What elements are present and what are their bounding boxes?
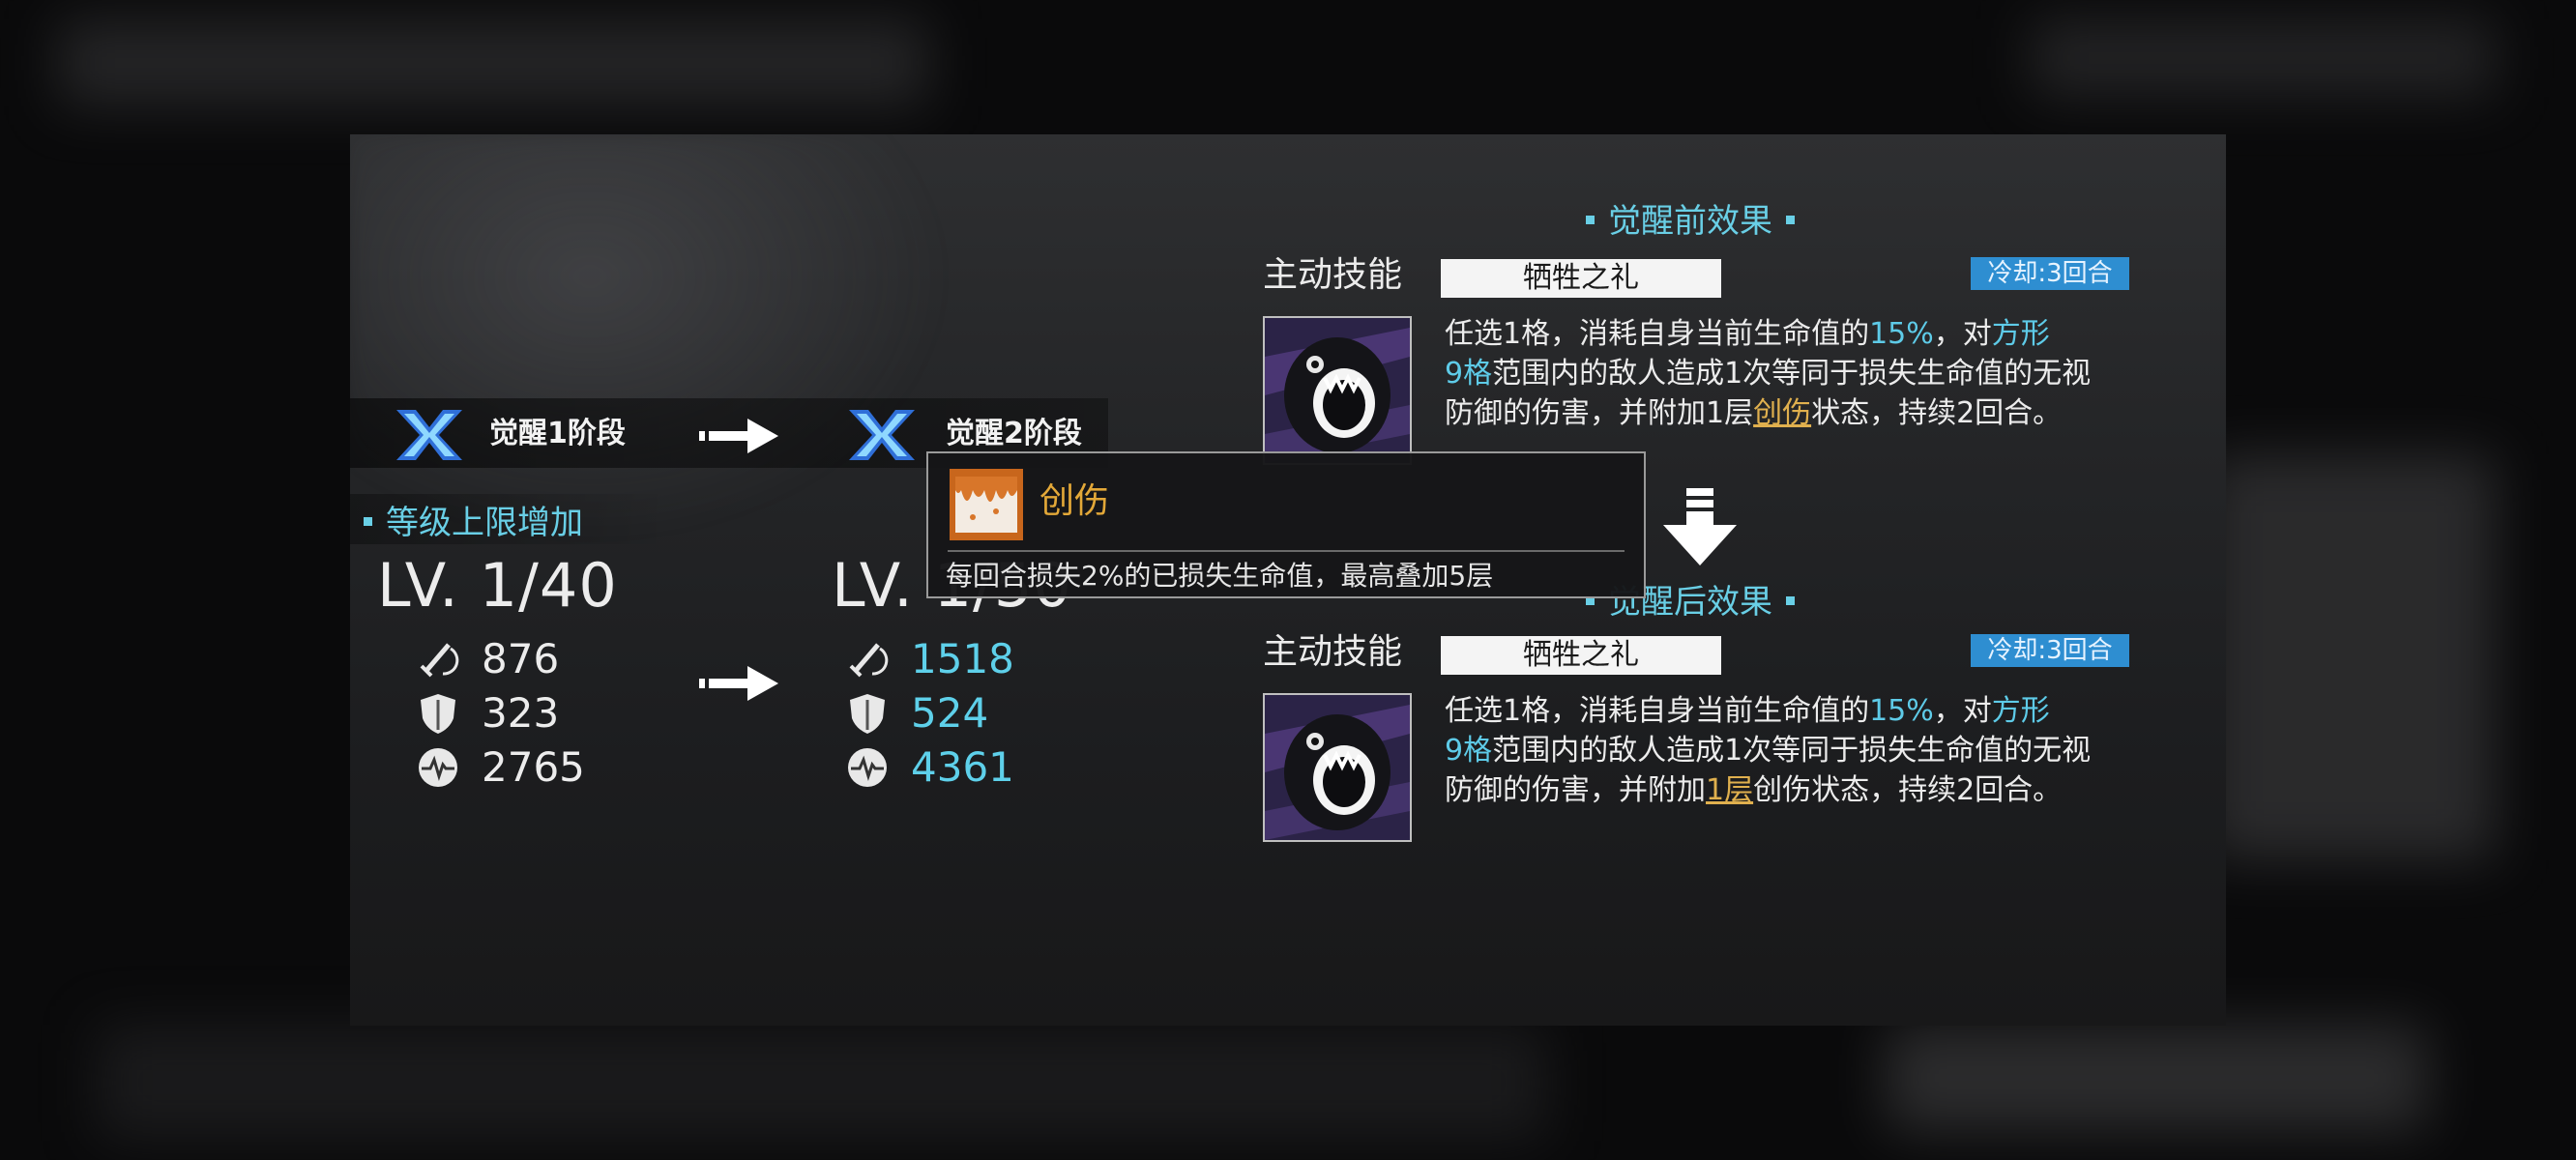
desc-line: 防御的伤害，并附加1层创伤状态，持续2回合。 <box>1445 773 2063 807</box>
cooldown-badge: 冷却:3回合 <box>1971 257 2129 290</box>
bg-blur-shape <box>58 19 928 106</box>
stat-defense-before: 323 <box>482 689 560 737</box>
stat-defense-after: 524 <box>911 689 989 737</box>
defense-shield-icon <box>850 694 885 734</box>
level-before: LV. 1/40 <box>377 550 618 621</box>
level-cap-section-title: 等级上限增加 <box>364 502 583 544</box>
awakening-stage-icon <box>849 410 915 460</box>
desc-line: 9格范围内的敌人造成1次等同于损失生命值的无视 <box>1445 357 2092 391</box>
before-effect-title: 觉醒前效果 <box>1586 200 1795 243</box>
bg-blur-shape <box>2031 19 2495 97</box>
keyword-wound-link[interactable]: 创伤 <box>1753 396 1811 430</box>
skill-type-label: 主动技能 <box>1263 632 1403 672</box>
skill-name-tag: 牺牲之礼 <box>1441 636 1721 675</box>
desc-line: 9格范围内的敌人造成1次等同于损失生命值的无视 <box>1445 734 2092 768</box>
keyword-layer-link[interactable]: 1层 <box>1706 773 1753 807</box>
attack-sword-icon <box>849 643 889 678</box>
bg-blur-shape <box>97 1025 1547 1141</box>
desc-line: 防御的伤害，并附加1层创伤状态，持续2回合。 <box>1445 396 2063 430</box>
bullet-dot <box>1786 596 1795 605</box>
skill-name-tag: 牺牲之礼 <box>1441 259 1721 298</box>
skill-type-label: 主动技能 <box>1263 255 1403 295</box>
skill-portrait <box>1263 316 1412 465</box>
skill-description-after: 任选1格，消耗自身当前生命值的15%，对方形 9格范围内的敌人造成1次等同于损失… <box>1445 691 2180 810</box>
arrow-down-icon <box>1663 488 1737 566</box>
health-heartbeat-icon <box>419 748 457 787</box>
bg-blur-shape <box>2205 454 2495 860</box>
cooldown-badge: 冷却:3回合 <box>1971 634 2129 667</box>
health-heartbeat-icon <box>848 748 887 787</box>
arrow-right-icon <box>699 666 778 701</box>
attack-sword-icon <box>420 643 459 678</box>
wound-blood-drip-icon <box>950 469 1023 540</box>
awakening-panel: 觉醒1阶段 觉醒2阶段 等级上限增加 LV. 1/40 LV. 1/50 876… <box>350 134 2226 1026</box>
stat-attack-after: 1518 <box>911 635 1014 682</box>
bullet-dot <box>1586 216 1595 224</box>
skill-portrait <box>1263 693 1412 842</box>
keyword-tooltip: 创伤 每回合损失2%的已损失生命值，最高叠加5层 <box>926 451 1646 598</box>
bullet-dot <box>1786 216 1795 224</box>
desc-line: 任选1格，消耗自身当前生命值的15%，对方形 <box>1445 317 2050 351</box>
tooltip-description: 每回合损失2%的已损失生命值，最高叠加5层 <box>946 560 1494 592</box>
bullet-dot <box>364 517 372 526</box>
tooltip-divider <box>948 550 1625 552</box>
monster-mouth-icon <box>1265 318 1410 463</box>
stat-hp-after: 4361 <box>911 743 1014 791</box>
stage-from-label: 觉醒1阶段 <box>489 417 626 450</box>
defense-shield-icon <box>421 694 455 734</box>
arrow-right-icon <box>699 419 778 453</box>
bg-blur-shape <box>1886 1025 2427 1131</box>
awakening-stage-icon <box>396 410 462 460</box>
stat-attack-before: 876 <box>482 635 560 682</box>
monster-mouth-icon <box>1265 695 1410 840</box>
stat-hp-before: 2765 <box>482 743 585 791</box>
desc-line: 任选1格，消耗自身当前生命值的15%，对方形 <box>1445 694 2050 728</box>
tooltip-title: 创伤 <box>1039 481 1110 521</box>
skill-description-before: 任选1格，消耗自身当前生命值的15%，对方形 9格范围内的敌人造成1次等同于损失… <box>1445 314 2180 433</box>
panel-sheen <box>350 134 950 540</box>
wound-blood-drip-icon <box>950 469 1023 540</box>
stage-to-label: 觉醒2阶段 <box>946 417 1082 450</box>
